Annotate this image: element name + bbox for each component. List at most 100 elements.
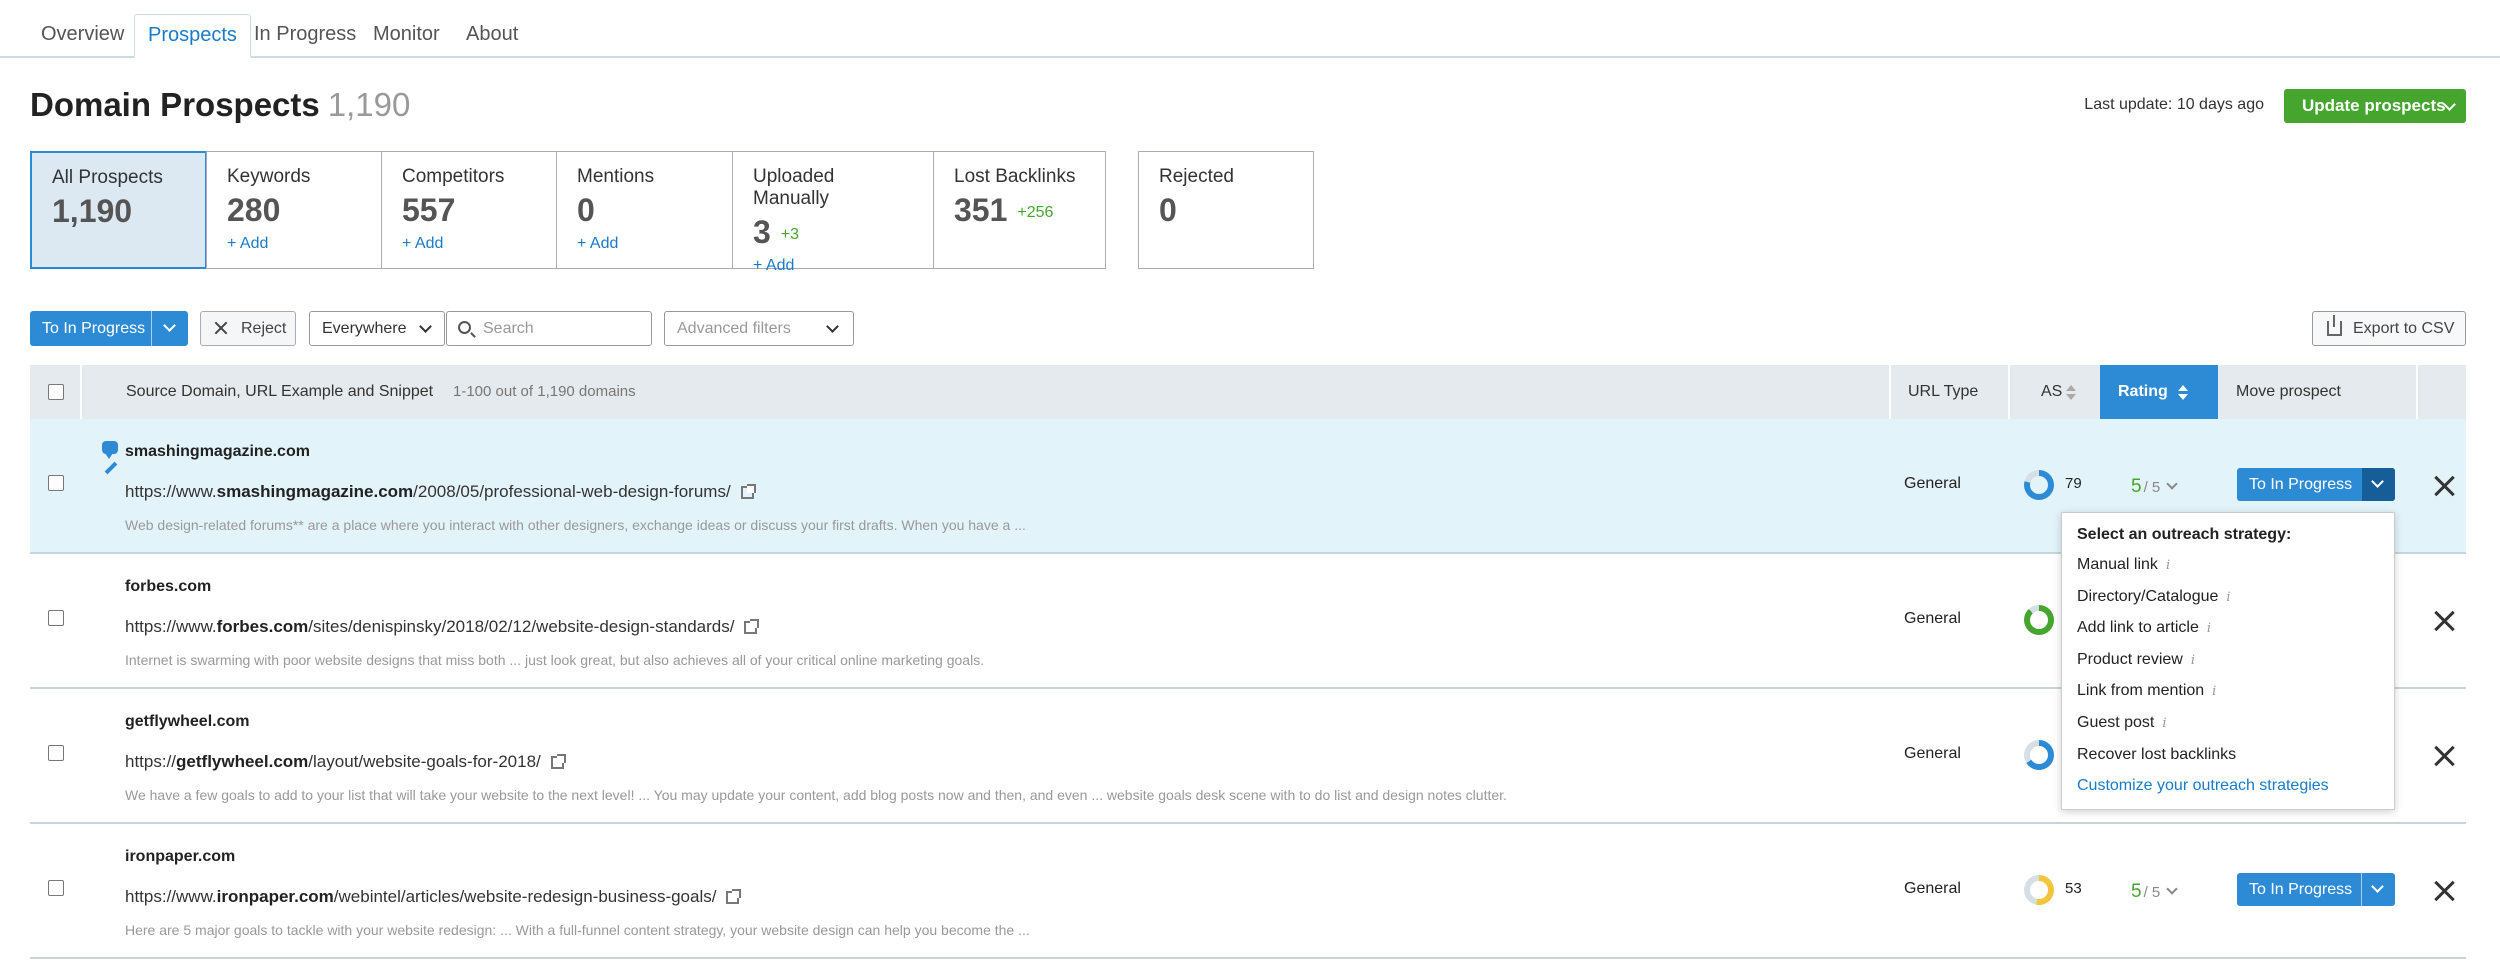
url-domain: ironpaper.com <box>216 887 334 906</box>
menu-item-product-review[interactable]: Product review i <box>2077 651 2379 683</box>
url-prefix: https://www. <box>125 617 217 636</box>
row-to-in-progress-button[interactable]: To In Progress <box>2237 468 2395 501</box>
external-link-icon[interactable] <box>744 619 760 635</box>
rating[interactable]: 5/ 5 <box>2131 881 2178 903</box>
card-label: Rejected <box>1159 166 1234 187</box>
row-checkbox[interactable] <box>48 610 64 626</box>
row-to-in-progress-label: To In Progress <box>2249 476 2353 493</box>
url-example[interactable]: https://www.smashingmagazine.com/2008/05… <box>125 482 756 502</box>
button-divider <box>2361 873 2362 906</box>
card-uploaded-manually[interactable]: Uploaded Manually 3 +3 + Add <box>732 151 934 274</box>
chevron-down-icon <box>419 320 432 333</box>
add-competitors-link[interactable]: + Add <box>402 235 536 253</box>
table-row: ironpaper.com https://www.ironpaper.com/… <box>30 824 2466 959</box>
url-example[interactable]: https://www.ironpaper.com/webintel/artic… <box>125 887 742 907</box>
update-prospects-button[interactable]: Update prospects <box>2284 89 2466 123</box>
remove-row-icon[interactable] <box>2433 880 2455 902</box>
to-in-progress-button[interactable]: To In Progress <box>30 311 188 346</box>
card-all-prospects[interactable]: All Prospects 1,190 <box>30 151 207 269</box>
menu-item-directory[interactable]: Directory/Catalogue i <box>2077 588 2379 620</box>
info-icon[interactable]: i <box>2162 716 2166 731</box>
column-divider <box>80 365 82 419</box>
external-link-icon[interactable] <box>726 889 742 905</box>
chevron-down-icon <box>826 320 839 333</box>
url-prefix: https://www. <box>125 482 217 501</box>
menu-item-add-link[interactable]: Add link to article i <box>2077 619 2379 651</box>
card-label: Keywords <box>227 166 311 187</box>
remove-row-icon[interactable] <box>2433 475 2455 497</box>
card-value: 1,190 <box>52 193 133 229</box>
menu-item-guest-post[interactable]: Guest post i <box>2077 714 2379 746</box>
info-icon[interactable]: i <box>2212 684 2216 699</box>
pencil-icon[interactable] <box>104 461 118 475</box>
customize-strategies-link[interactable]: Customize your outreach strategies <box>2077 777 2379 795</box>
column-rating[interactable]: Rating <box>2100 365 2218 419</box>
top-navigation: Overview Prospects In Progress Monitor A… <box>0 0 2500 58</box>
card-rejected[interactable]: Rejected 0 <box>1138 151 1314 269</box>
remove-row-icon[interactable] <box>2433 745 2455 767</box>
info-icon[interactable]: i <box>2207 621 2211 636</box>
rating[interactable]: 5/ 5 <box>2131 476 2178 498</box>
tab-overview[interactable]: Overview <box>28 14 137 58</box>
add-keywords-link[interactable]: + Add <box>227 235 361 253</box>
add-uploaded-link[interactable]: + Add <box>753 257 913 275</box>
row-checkbox[interactable] <box>48 745 64 761</box>
row-to-in-progress-button[interactable]: To In Progress <box>2237 873 2395 906</box>
tab-about[interactable]: About <box>453 14 531 58</box>
column-divider <box>1889 365 1891 419</box>
card-label: All Prospects <box>52 167 163 188</box>
source-domain[interactable]: getflywheel.com <box>125 713 249 731</box>
chevron-down-icon[interactable] <box>2371 880 2384 893</box>
card-lost-backlinks[interactable]: Lost Backlinks 351 +256 <box>933 151 1106 269</box>
url-example[interactable]: https://www.forbes.com/sites/denispinsky… <box>125 617 760 637</box>
tab-prospects[interactable]: Prospects <box>134 14 251 58</box>
export-csv-label: Export to CSV <box>2353 320 2455 337</box>
close-icon <box>213 320 229 336</box>
remove-row-icon[interactable] <box>2433 610 2455 632</box>
authority-score: 53 <box>2065 880 2082 897</box>
tab-in-progress[interactable]: In Progress <box>241 14 369 58</box>
url-path: /layout/website-goals-for-2018/ <box>308 752 541 771</box>
comment-icon[interactable] <box>102 441 118 459</box>
url-domain: forbes.com <box>216 617 309 636</box>
info-icon[interactable]: i <box>2226 590 2230 605</box>
info-icon[interactable]: i <box>2191 653 2195 668</box>
reject-button[interactable]: Reject <box>200 311 296 346</box>
card-mentions[interactable]: Mentions 0 + Add <box>556 151 733 269</box>
source-domain[interactable]: forbes.com <box>125 578 211 596</box>
tab-monitor[interactable]: Monitor <box>360 14 453 58</box>
chevron-down-icon[interactable] <box>163 319 176 332</box>
scope-select[interactable]: Everywhere <box>309 311 445 346</box>
button-divider <box>151 311 152 346</box>
menu-item-recover-backlinks[interactable]: Recover lost backlinks <box>2077 746 2379 778</box>
menu-item-manual-link[interactable]: Manual link i <box>2077 556 2379 588</box>
select-all-checkbox[interactable] <box>48 384 64 400</box>
url-example[interactable]: https://getflywheel.com/layout/website-g… <box>125 752 566 772</box>
source-domain[interactable]: ironpaper.com <box>125 848 235 866</box>
snippet: We have a few goals to add to your list … <box>125 787 1507 803</box>
external-link-icon[interactable] <box>550 754 566 770</box>
card-keywords[interactable]: Keywords 280 + Add <box>206 151 382 269</box>
menu-item-label: Recover lost backlinks <box>2077 745 2237 763</box>
chevron-down-icon <box>2166 883 2178 895</box>
source-domain[interactable]: smashingmagazine.com <box>125 443 310 461</box>
card-competitors[interactable]: Competitors 557 + Add <box>381 151 557 269</box>
menu-item-label: Directory/Catalogue <box>2077 587 2219 605</box>
search-input[interactable]: Search <box>446 311 652 346</box>
menu-item-link-from-mention[interactable]: Link from mention i <box>2077 682 2379 714</box>
url-type: General <box>1904 745 1961 762</box>
row-checkbox[interactable] <box>48 880 64 896</box>
info-icon[interactable]: i <box>2166 558 2170 573</box>
to-in-progress-label: To In Progress <box>42 320 146 337</box>
prospect-count: 1,190 <box>327 86 411 123</box>
card-label: Mentions <box>577 166 655 187</box>
external-link-icon[interactable] <box>740 484 756 500</box>
row-checkbox[interactable] <box>48 475 64 491</box>
sort-down-icon <box>2178 394 2188 400</box>
add-mentions-link[interactable]: + Add <box>577 235 712 253</box>
column-as[interactable]: AS <box>2041 365 2062 419</box>
export-csv-button[interactable]: Export to CSV <box>2312 311 2466 346</box>
advanced-filters-select[interactable]: Advanced filters <box>664 311 854 346</box>
menu-item-label: Guest post <box>2077 713 2155 731</box>
authority-score-donut-icon <box>2024 740 2054 770</box>
